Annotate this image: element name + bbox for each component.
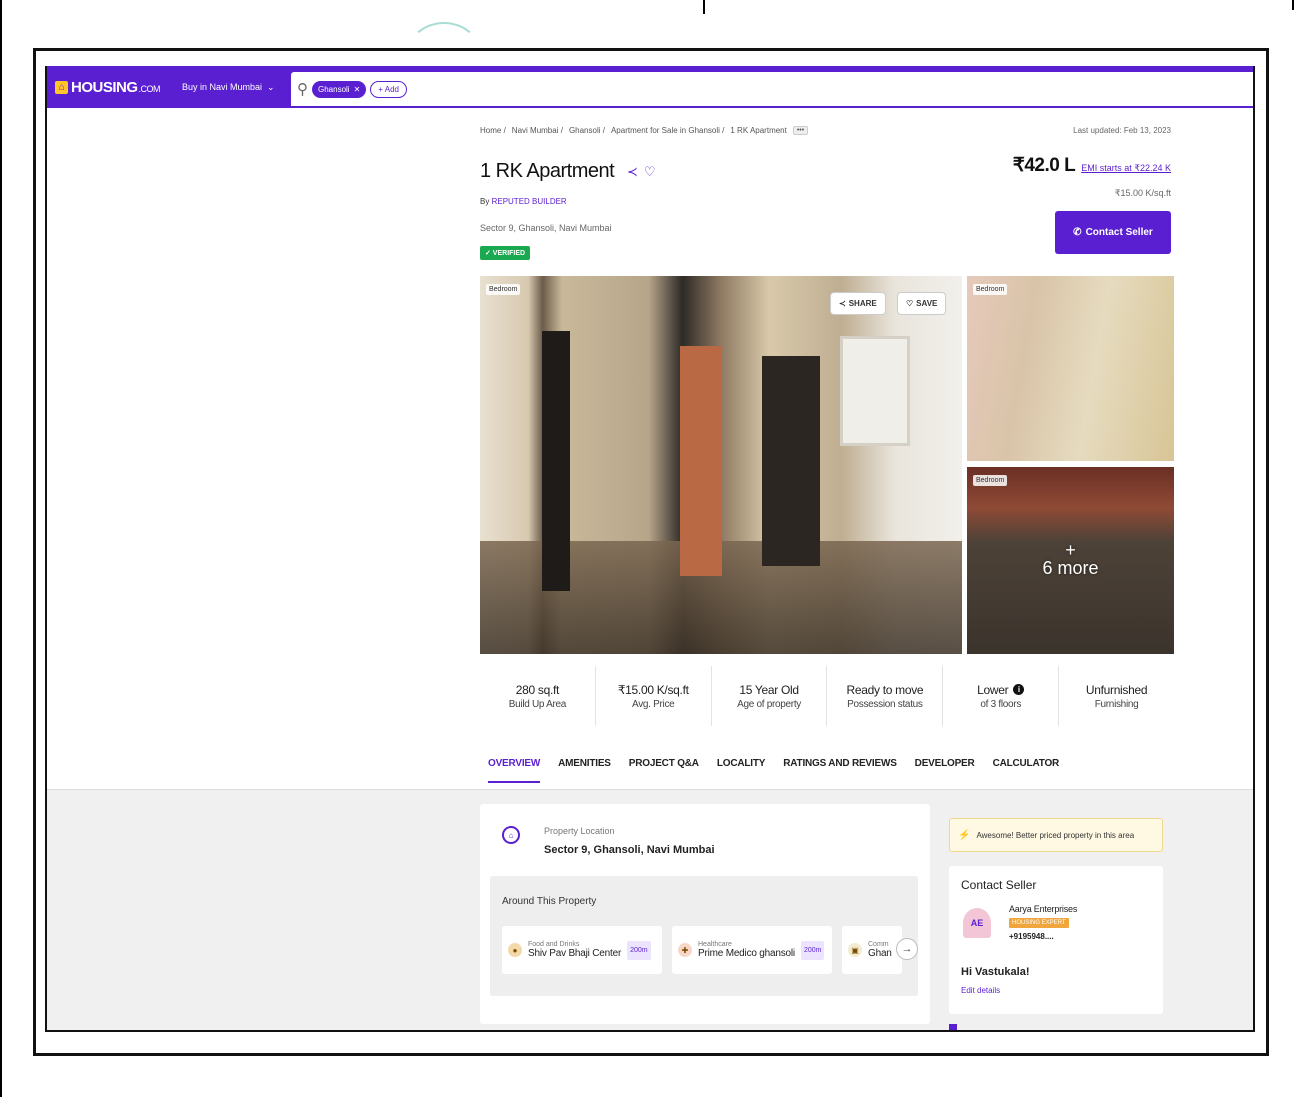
fact-item: 15 Year Old Age of property (712, 666, 828, 726)
poi-distance: 200m (627, 940, 651, 960)
breadcrumb-item[interactable]: Navi Mumbai / (512, 126, 563, 135)
plus-icon: + (1065, 540, 1076, 560)
breadcrumb-item-current: 1 RK Apartment (730, 126, 787, 135)
seller-phone: +9195948.... (1009, 932, 1054, 941)
search-chip-ghansoli[interactable]: Ghansoli ✕ (312, 80, 367, 98)
avatar: AE (963, 908, 991, 938)
fact-item: ₹15.00 K/sq.ft Avg. Price (596, 666, 712, 726)
builder-link[interactable]: REPUTED BUILDER (492, 197, 567, 206)
share-button[interactable]: ≺ SHARE (830, 292, 886, 315)
location-value: Sector 9, Ghansoli, Navi Mumbai (544, 844, 715, 856)
poi-card[interactable]: ✚ Healthcare Prime Medico ghansoli 200m (672, 926, 832, 974)
heart-icon[interactable]: ♡ (644, 164, 656, 180)
price-per-sqft: ₹15.00 K/sq.ft (1114, 188, 1171, 198)
share-label: SHARE (848, 299, 877, 308)
page-title: 1 RK Apartment (480, 160, 615, 182)
heart-icon: ♡ (906, 299, 914, 308)
poi-card[interactable]: ▣ Comm Ghan (842, 926, 902, 974)
share-icon: ≺ (839, 299, 846, 308)
user-greeting: Hi Vastukala! (961, 966, 1030, 978)
chevron-down-icon: ⌄ (267, 81, 275, 92)
by-prefix: By (480, 197, 490, 206)
phone-icon: ✆ (1073, 227, 1082, 238)
fact-item: Ready to move Possession status (827, 666, 944, 726)
poi-card[interactable]: ● Food and Drinks Shiv Pav Bhaji Center … (502, 926, 662, 974)
fact-item: 280 sq.ft Build Up Area (480, 666, 596, 726)
save-label: SAVE (916, 299, 938, 308)
tab-locality[interactable]: LOCALITY (717, 758, 766, 783)
tab-amenities[interactable]: AMENITIES (558, 758, 611, 783)
chip-label: Ghansoli (318, 84, 350, 94)
location-label: Property Location (544, 826, 615, 836)
house-icon: ⌂ (55, 80, 68, 94)
housing-expert-badge: HOUSING EXPERT (1009, 918, 1069, 928)
section-tabs: OVERVIEW AMENITIES PROJECT Q&A LOCALITY … (47, 738, 1253, 790)
food-icon: ● (508, 943, 522, 957)
tab-developer[interactable]: DEVELOPER (915, 758, 975, 783)
lightning-icon: ⚡ (958, 829, 971, 841)
logo-text: HOUSING (71, 78, 138, 96)
seller-card-title: Contact Seller (961, 878, 1037, 892)
property-facts: 280 sq.ft Build Up Area ₹15.00 K/sq.ft A… (480, 666, 1174, 726)
top-divider (703, 0, 705, 14)
location-pin-icon: ⌂ (502, 826, 520, 844)
edit-details-link[interactable]: Edit details (961, 986, 1000, 995)
side-photo-more[interactable]: Bedroom + 6 more (967, 467, 1174, 654)
close-icon[interactable]: ✕ (354, 85, 361, 94)
tab-overview[interactable]: OVERVIEW (488, 758, 540, 783)
side-photo-1[interactable]: Bedroom (967, 276, 1174, 461)
page-border (0, 0, 2, 1097)
tab-project-qa[interactable]: PROJECT Q&A (629, 758, 699, 783)
chevron-right-icon[interactable]: → (896, 938, 918, 960)
main-property-photo[interactable]: Bedroom ≺ SHARE ♡ SAVE (480, 276, 962, 654)
builder-line: By REPUTED BUILDER (480, 197, 567, 206)
buy-dropdown-label: Buy in Navi Mumbai (182, 82, 263, 92)
banner-text: Awesome! Better priced property in this … (976, 830, 1135, 840)
property-address: Sector 9, Ghansoli, Navi Mumbai (480, 223, 612, 233)
fact-item: Lower i of 3 floors (943, 666, 1060, 726)
photo-tag: Bedroom (973, 284, 1008, 295)
emi-link[interactable]: EMI starts at ₹22.24 K (1081, 163, 1171, 174)
breadcrumb-item[interactable]: Ghansoli / (569, 126, 605, 135)
contact-seller-card: Contact Seller AE Aarya Enterprises HOUS… (949, 866, 1163, 1014)
share-icon[interactable]: ≺ (627, 164, 638, 180)
commute-icon: ▣ (848, 943, 862, 957)
contact-seller-button[interactable]: ✆ Contact Seller (1055, 211, 1171, 254)
breadcrumb-item[interactable]: Home / (480, 126, 506, 135)
buy-location-dropdown[interactable]: Buy in Navi Mumbai ⌄ (182, 72, 275, 102)
breadcrumb-more-button[interactable]: ••• (792, 126, 809, 135)
logo-suffix: .COM (138, 84, 161, 94)
more-photos-label: 6 more (1042, 558, 1099, 578)
checkbox-icon[interactable] (949, 1024, 957, 1030)
photo-tag: Bedroom (486, 284, 521, 295)
housing-logo[interactable]: ⌂ HOUSING .COM (55, 72, 161, 102)
contact-seller-label: Contact Seller (1085, 227, 1153, 238)
breadcrumb-item[interactable]: Apartment for Sale in Ghansoli / (611, 126, 724, 135)
price-row: ₹42.0 L EMI starts at ₹22.24 K (1013, 154, 1171, 177)
info-icon[interactable]: i (1013, 684, 1025, 695)
seller-name: Aarya Enterprises (1009, 904, 1078, 914)
tab-calculator[interactable]: CALCULATOR (993, 758, 1060, 783)
breadcrumb: Home / Navi Mumbai / Ghansoli / Apartmen… (480, 126, 809, 135)
search-bar[interactable]: ⚲ Ghansoli ✕ + Add (291, 72, 1253, 106)
tab-ratings[interactable]: RATINGS AND REVIEWS (783, 758, 897, 783)
more-photos-overlay[interactable]: + 6 more (967, 467, 1174, 654)
browser-screen: ⌂ HOUSING .COM Buy in Navi Mumbai ⌄ ⚲ Gh… (45, 66, 1255, 1032)
fact-item: Unfurnished Furnishing (1085, 682, 1148, 710)
title-actions: ≺ ♡ (627, 164, 656, 180)
last-updated: Last updated: Feb 13, 2023 (1073, 126, 1171, 135)
poi-distance: 200m (800, 940, 825, 960)
add-location-button[interactable]: + Add (370, 80, 407, 98)
around-title: Around This Property (502, 896, 597, 907)
better-price-banner: ⚡ Awesome! Better priced property in thi… (949, 818, 1163, 852)
verified-badge: ✓ VERIFIED (480, 246, 531, 260)
around-property: Around This Property ● Food and Drinks S… (490, 876, 918, 996)
save-button[interactable]: ♡ SAVE (897, 292, 947, 315)
price: ₹42.0 L (1012, 155, 1076, 176)
search-icon: ⚲ (297, 81, 308, 98)
property-location-card: ⌂ Property Location Sector 9, Ghansoli, … (480, 804, 930, 1024)
top-navbar: ⌂ HOUSING .COM Buy in Navi Mumbai ⌄ ⚲ Gh… (47, 66, 1253, 108)
healthcare-icon: ✚ (678, 943, 692, 957)
